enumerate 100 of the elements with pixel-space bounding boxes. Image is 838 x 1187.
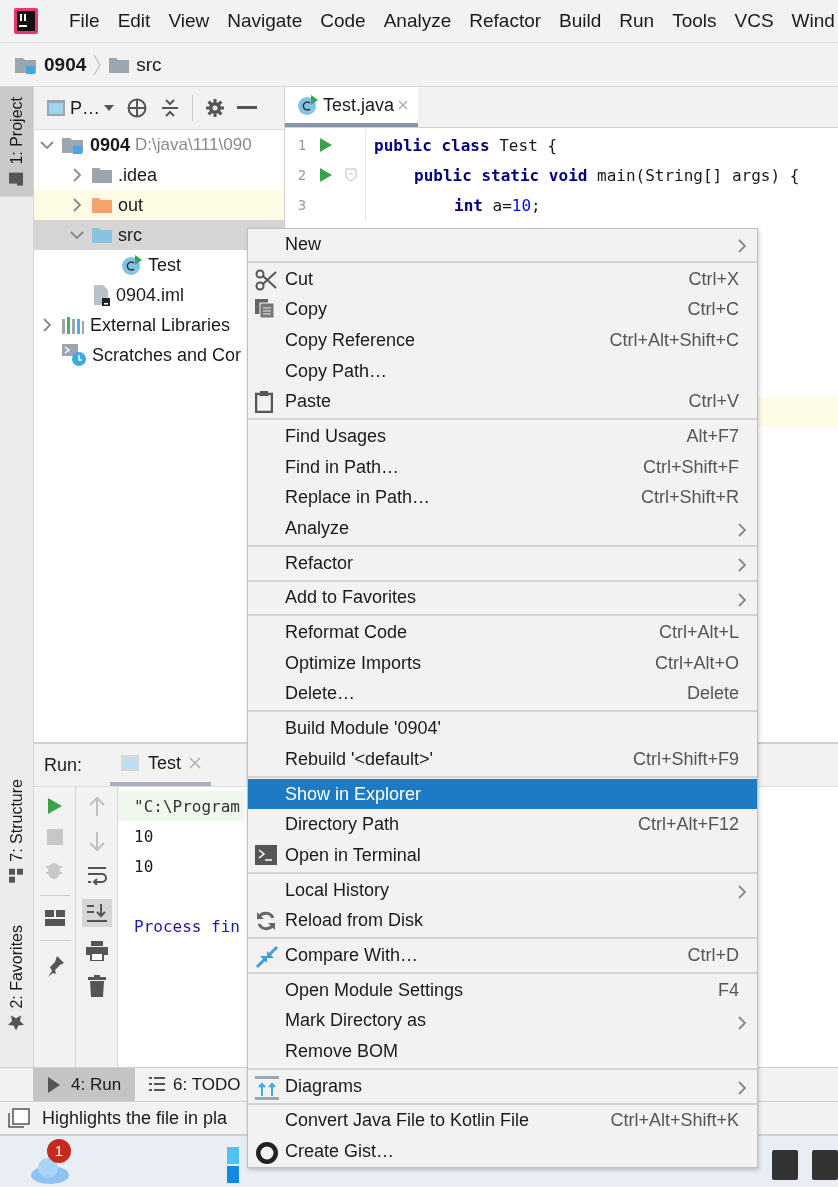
shortcut-label: Ctrl+D xyxy=(687,944,739,966)
app-logo-icon xyxy=(14,8,38,34)
tree-label: 0904 xyxy=(90,134,131,156)
notification-badge: 1 xyxy=(47,1138,71,1163)
code-line: public static void main(String[] args) { xyxy=(413,165,800,185)
minimize-icon[interactable] xyxy=(237,106,257,110)
tree-label: Scratches and Cor xyxy=(92,344,242,366)
line-number: 2 xyxy=(296,167,308,183)
menu-item[interactable]: Compare With… Ctrl+D xyxy=(248,940,757,971)
shortcut-label: Ctrl+Alt+Shift+K xyxy=(610,1110,739,1132)
settings-icon[interactable] xyxy=(205,98,225,118)
menu-item[interactable]: Replace in Path… Ctrl+Shift+R xyxy=(248,482,757,514)
menu-item[interactable]: Tools xyxy=(663,10,726,32)
menu-item[interactable]: Diagrams xyxy=(248,1070,757,1102)
tool-window-tab[interactable]: 1: Project xyxy=(0,87,33,197)
menu-item[interactable]: File xyxy=(60,10,109,32)
tree-item[interactable]: out xyxy=(34,190,284,220)
menu-item[interactable]: Build Module '0904' xyxy=(248,713,757,744)
class-file-icon xyxy=(121,254,143,276)
arrow-up-icon[interactable] xyxy=(88,797,105,817)
tool-tab[interactable]: 4: Run xyxy=(33,1068,136,1101)
view-selector[interactable]: P… xyxy=(46,97,114,119)
menu-item[interactable]: Find in Path… Ctrl+Shift+F xyxy=(248,451,757,483)
menu-item[interactable]: Find Usages Alt+F7 xyxy=(248,421,757,452)
menu-item[interactable]: Reload from Disk xyxy=(248,905,757,937)
run-icon[interactable] xyxy=(319,137,333,153)
editor-tab[interactable]: Test.java xyxy=(285,87,419,127)
breadcrumb-item[interactable]: 0904 xyxy=(44,53,87,76)
code-line: int a=10; xyxy=(453,195,541,215)
fold-marker-icon[interactable] xyxy=(345,168,357,182)
trash-icon[interactable] xyxy=(87,975,106,997)
tree-item[interactable]: .idea xyxy=(34,160,284,190)
tool-window-tab[interactable]: 2: Favorites xyxy=(0,915,33,1041)
menu-item[interactable]: Wind xyxy=(782,10,838,32)
menu-item[interactable]: Navigate xyxy=(218,10,312,32)
menu-item[interactable]: Edit xyxy=(108,10,160,32)
breadcrumb-separator-icon xyxy=(92,52,103,77)
shortcut-label: Ctrl+C xyxy=(687,299,739,321)
shortcut-label: F4 xyxy=(718,979,739,1001)
module-folder-icon xyxy=(61,135,85,155)
menu-item[interactable]: Code xyxy=(311,10,375,32)
console-window-icon xyxy=(120,754,141,772)
shortcut-label: Ctrl+Shift+F xyxy=(642,456,739,478)
menu-item[interactable]: Analyze xyxy=(248,513,757,544)
menu-item[interactable]: Refactor xyxy=(460,10,551,32)
breadcrumb-item[interactable]: src xyxy=(136,53,162,76)
status-toggle-icon[interactable] xyxy=(8,1108,30,1128)
console-line: 10 xyxy=(133,855,155,878)
menu-item[interactable]: Convert Java File to Kotlin File Ctrl+Alt+Shift+K xyxy=(248,1105,757,1137)
run-icon[interactable] xyxy=(319,167,333,183)
tree-label: 0904.iml xyxy=(116,284,185,306)
blocks-icon xyxy=(8,867,25,884)
menu-item[interactable]: Paste Ctrl+V xyxy=(248,386,757,418)
tree-item[interactable]: 0904 D:\java\111\090 xyxy=(34,130,284,160)
menu-item[interactable]: Run xyxy=(610,10,664,32)
menu-item[interactable]: Remove BOM xyxy=(248,1036,757,1067)
collapse-all-icon[interactable] xyxy=(160,98,180,118)
menu-item[interactable]: Analyze xyxy=(374,10,461,32)
menu-item[interactable]: Open in Terminal xyxy=(248,840,757,871)
menu-item[interactable]: Create Gist… xyxy=(248,1136,757,1167)
shortcut-label: Ctrl+Alt+F12 xyxy=(637,814,739,836)
windows-logo-icon[interactable] xyxy=(227,1146,239,1183)
crosshair-icon[interactable] xyxy=(126,97,148,119)
menu-item[interactable]: Directory Path Ctrl+Alt+F12 xyxy=(248,809,757,841)
scroll-to-end-icon[interactable] xyxy=(85,903,108,923)
menu-item[interactable]: Build xyxy=(550,10,611,32)
close-icon[interactable] xyxy=(398,100,409,110)
menu-item[interactable]: Reformat Code Ctrl+Alt+L xyxy=(248,617,757,648)
menu-item[interactable]: VCS xyxy=(725,10,783,32)
arrow-down-icon[interactable] xyxy=(88,831,105,851)
diagram-icon xyxy=(255,1075,279,1100)
menu-item[interactable]: Open Module Settings F4 xyxy=(248,974,757,1006)
tree-path: D:\java\111\090 xyxy=(135,135,252,155)
menu-item[interactable]: Mark Directory as xyxy=(248,1005,757,1037)
tree-label: External Libraries xyxy=(90,314,231,336)
menu-item[interactable]: Refactor xyxy=(248,547,757,579)
menu-item[interactable]: Optimize Imports Ctrl+Alt+O xyxy=(248,647,757,679)
panel-icon xyxy=(46,99,66,117)
close-icon[interactable] xyxy=(189,757,202,769)
soft-wrap-icon[interactable] xyxy=(86,865,107,885)
star-icon xyxy=(8,1014,25,1031)
clipboard-icon xyxy=(255,391,273,414)
rerun-icon[interactable] xyxy=(46,797,63,815)
menu-item[interactable]: Delete… Delete xyxy=(248,678,757,710)
refresh-icon xyxy=(255,910,277,933)
scratch-clock-icon xyxy=(61,343,87,367)
list-icon xyxy=(149,1075,166,1094)
shortcut-label: Alt+F7 xyxy=(686,425,739,447)
menu-item[interactable]: Rebuild '<default>' Ctrl+Shift+F9 xyxy=(248,744,757,775)
shortcut-label: Ctrl+Alt+L xyxy=(658,622,739,644)
menu-item[interactable]: View xyxy=(159,10,219,32)
print-icon[interactable] xyxy=(85,941,108,961)
status-message: Highlights the file in pla xyxy=(42,1107,228,1129)
module-file-icon xyxy=(91,284,111,306)
tool-window-tab[interactable]: 7: Structure xyxy=(0,768,33,894)
menu-item[interactable]: Local History xyxy=(248,874,757,906)
line-number: 3 xyxy=(296,197,308,213)
menu-item[interactable]: Add to Favorites xyxy=(248,582,757,614)
menu-item[interactable]: Show in Explorer xyxy=(248,778,757,810)
layout-icon[interactable] xyxy=(44,910,65,926)
